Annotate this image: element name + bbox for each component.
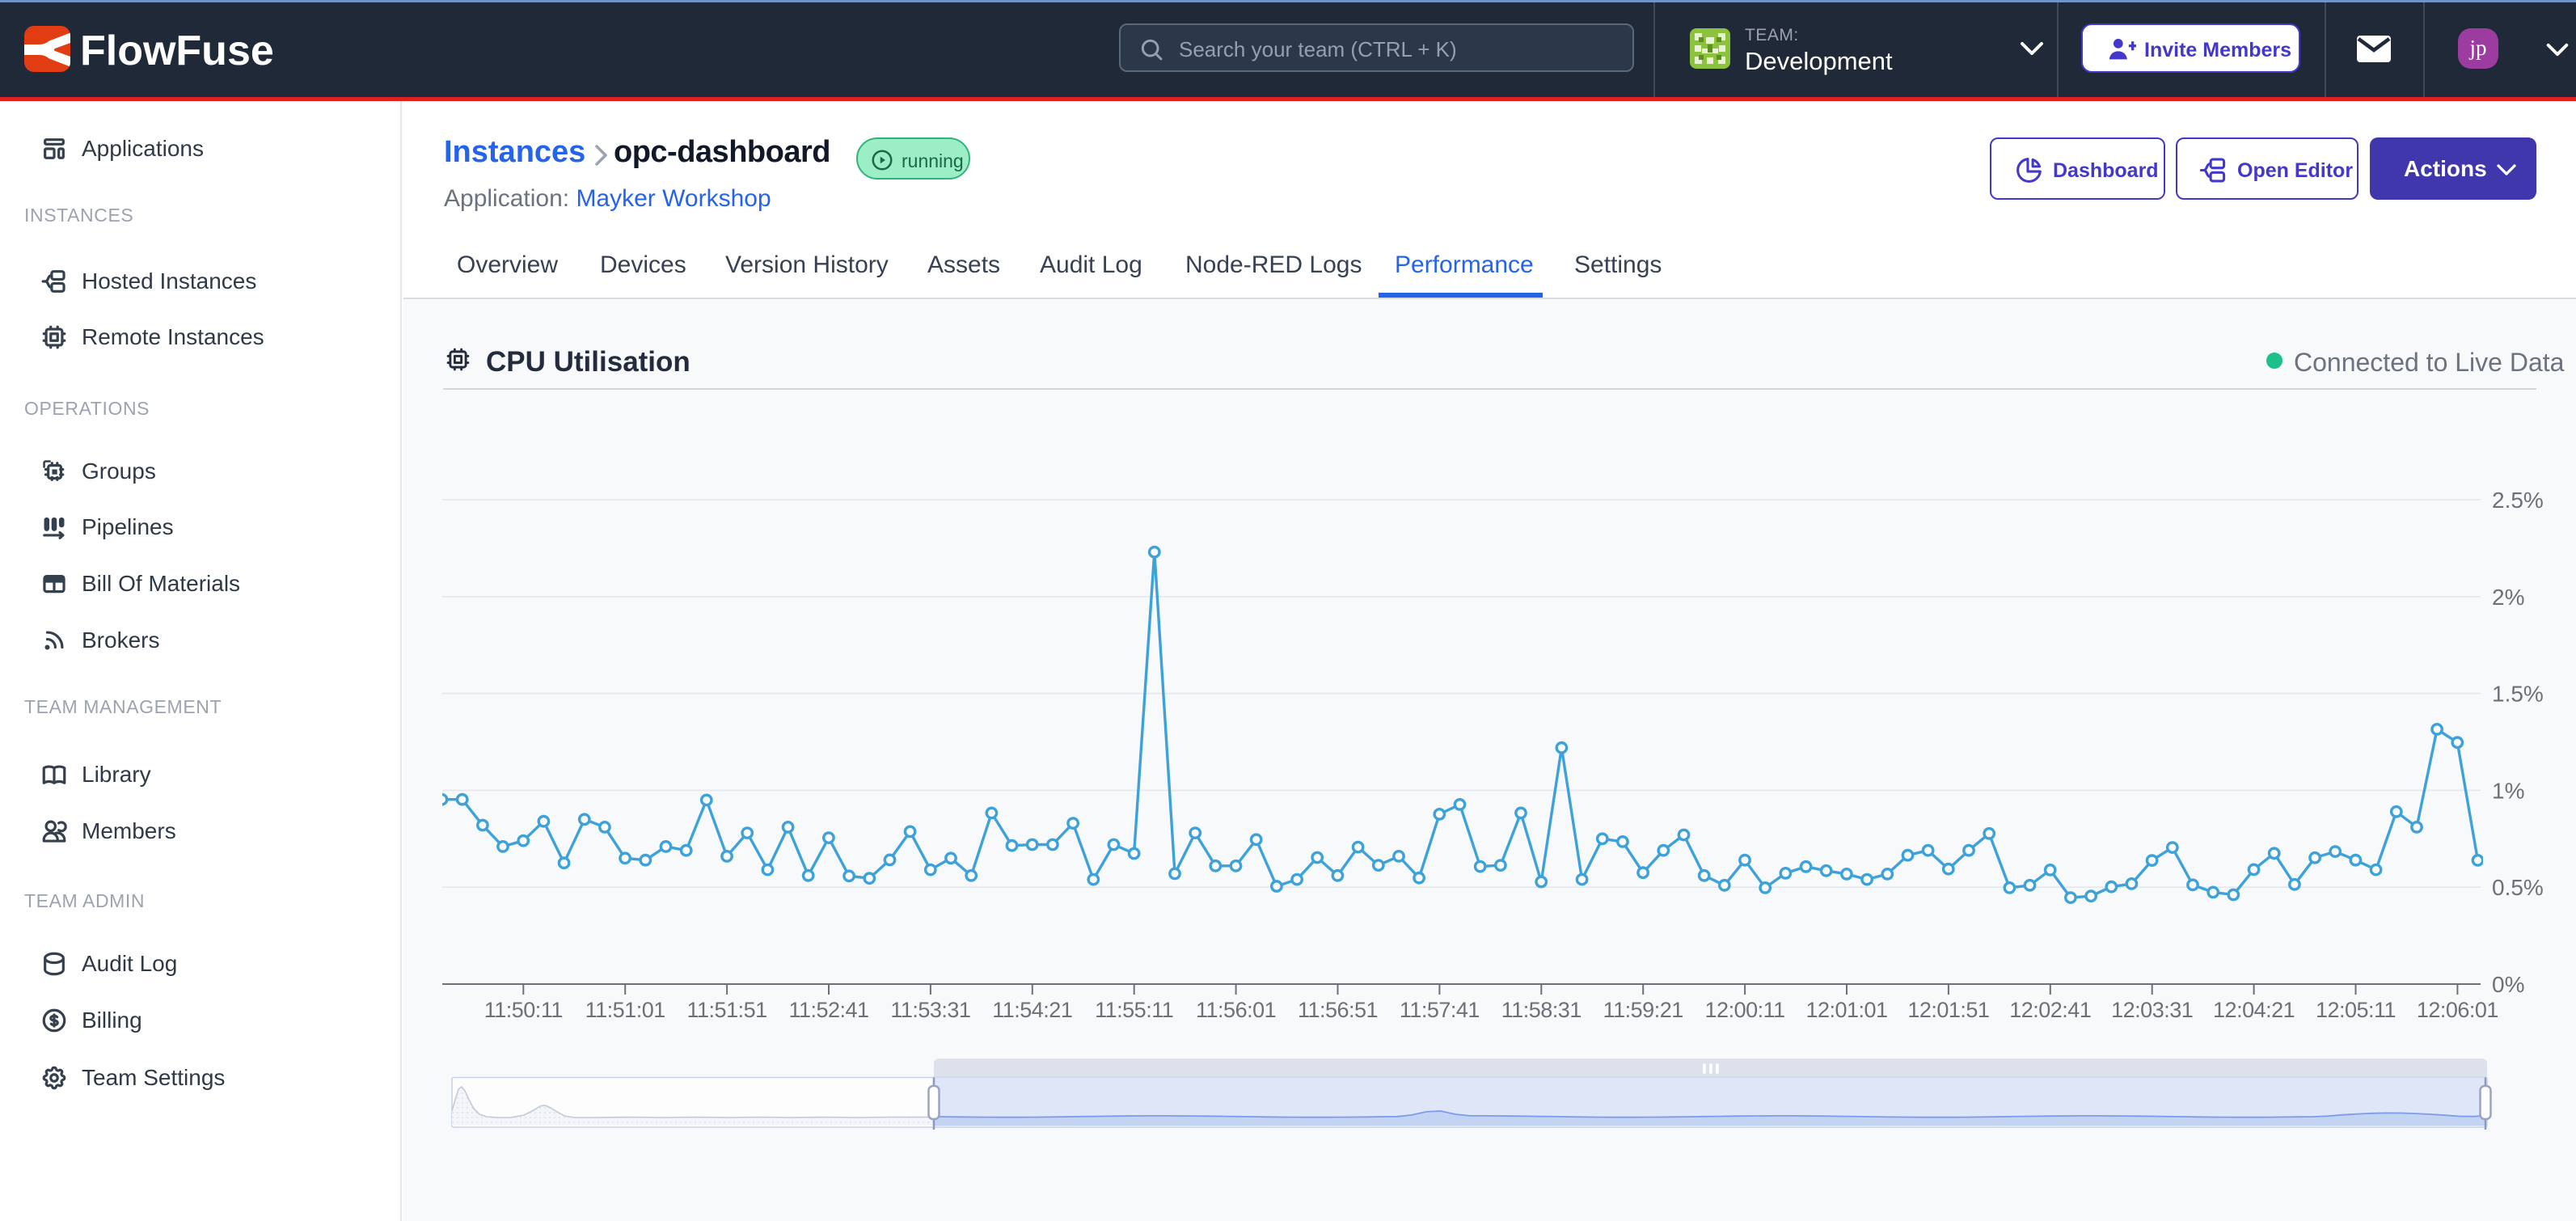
svg-text:12:04:21: 12:04:21	[2213, 998, 2295, 1022]
svg-text:11:56:51: 11:56:51	[1298, 998, 1378, 1022]
svg-text:11:54:21: 11:54:21	[992, 998, 1072, 1022]
svg-text:11:51:51: 11:51:51	[687, 998, 767, 1022]
svg-text:0.5%: 0.5%	[2492, 875, 2544, 900]
svg-text:12:02:41: 12:02:41	[2009, 998, 2091, 1022]
svg-text:2%: 2%	[2492, 585, 2524, 610]
svg-text:11:57:41: 11:57:41	[1400, 998, 1480, 1022]
svg-text:12:00:11: 12:00:11	[1705, 998, 1785, 1022]
svg-text:12:06:01: 12:06:01	[2417, 998, 2498, 1022]
svg-text:0%: 0%	[2492, 972, 2524, 997]
svg-text:11:51:01: 11:51:01	[585, 998, 665, 1022]
svg-text:11:50:11: 11:50:11	[484, 998, 563, 1022]
svg-text:11:56:01: 11:56:01	[1196, 998, 1276, 1022]
svg-text:11:52:41: 11:52:41	[788, 998, 868, 1022]
svg-text:11:53:31: 11:53:31	[890, 998, 970, 1022]
svg-text:11:55:11: 11:55:11	[1095, 998, 1173, 1022]
svg-text:11:58:31: 11:58:31	[1501, 998, 1581, 1022]
svg-text:1%: 1%	[2492, 778, 2524, 803]
svg-text:2.5%: 2.5%	[2492, 488, 2544, 513]
svg-text:12:01:51: 12:01:51	[1907, 998, 1989, 1022]
svg-text:1.5%: 1.5%	[2492, 682, 2544, 707]
svg-text:12:01:01: 12:01:01	[1805, 998, 1887, 1022]
svg-text:11:59:21: 11:59:21	[1603, 998, 1683, 1022]
svg-text:12:05:11: 12:05:11	[2316, 998, 2396, 1022]
svg-text:12:03:31: 12:03:31	[2111, 998, 2193, 1022]
